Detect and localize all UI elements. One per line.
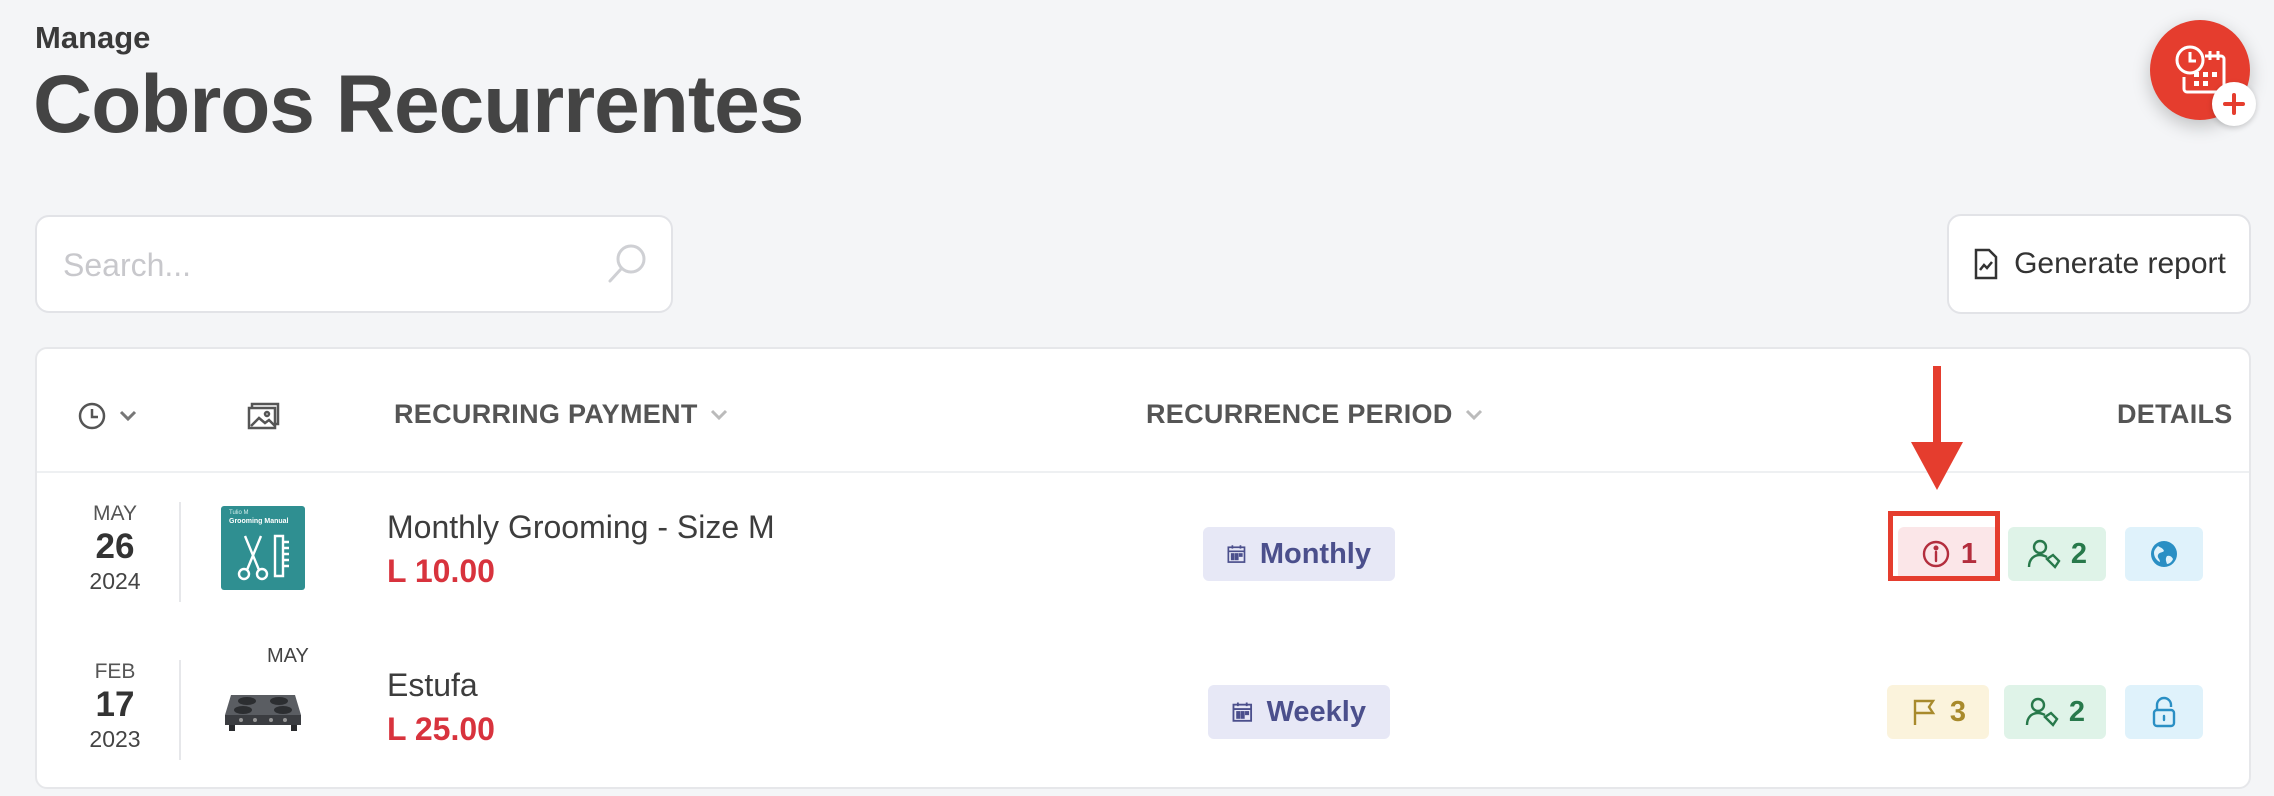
customers-count: 2 — [2070, 537, 2088, 570]
recurrence-period-badge: Monthly — [1203, 527, 1395, 581]
product-thumbnail: Tulio M Grooming Manual — [221, 506, 305, 590]
column-details: DETAILS — [2117, 399, 2233, 430]
lock-icon — [2152, 696, 2176, 728]
product-name[interactable]: Monthly Grooming - Size M — [387, 509, 775, 546]
clock-icon — [78, 402, 106, 430]
date-year: 2023 — [89, 726, 141, 752]
search-box — [35, 215, 673, 313]
column-recurrence-period[interactable]: RECURRENCE PERIOD — [1146, 399, 1483, 430]
flag-count: 3 — [1949, 695, 1967, 728]
date-day: 17 — [95, 685, 135, 724]
search-icon[interactable] — [605, 241, 651, 287]
recurrence-period-badge: Weekly — [1208, 685, 1390, 739]
product-thumbnail — [221, 681, 305, 739]
image-column-header — [247, 401, 281, 431]
thumb-subtitle: Grooming Manual — [229, 518, 289, 525]
column-details-label: DETAILS — [2117, 399, 2233, 429]
table-row[interactable]: FEB 17 2023 MAY Estufa L 25.00 Weekly 3 … — [37, 633, 2249, 791]
image-icon — [247, 402, 280, 430]
date-month: FEB — [94, 660, 136, 683]
generate-report-label: Generate report — [2014, 247, 2226, 280]
thumb-title: Tulio M — [229, 510, 249, 516]
product-price: L 10.00 — [387, 553, 495, 589]
divider — [179, 502, 181, 602]
page-title: Cobros Recurrentes — [33, 59, 804, 150]
row-date: FEB 17 2023 — [65, 660, 165, 753]
globe-icon — [2151, 541, 2177, 567]
visibility-badge[interactable] — [2125, 527, 2203, 581]
user-tag-icon — [2025, 697, 2059, 727]
stove-image — [225, 695, 301, 731]
user-tag-icon — [2027, 539, 2061, 569]
chevron-down-icon — [1465, 409, 1482, 420]
calendar-icon — [1227, 545, 1246, 563]
customers-count: 2 — [2068, 695, 2086, 728]
date-day: 26 — [95, 527, 135, 566]
column-recurrence-period-label: RECURRENCE PERIOD — [1146, 399, 1453, 429]
date-year: 2024 — [89, 568, 141, 594]
generate-report-button[interactable]: Generate report — [1947, 214, 2251, 314]
customers-badge[interactable]: 2 — [2008, 527, 2106, 581]
column-recurring-payment[interactable]: RECURRING PAYMENT — [394, 399, 728, 430]
visibility-badge[interactable] — [2125, 685, 2203, 739]
date-month: MAY — [93, 502, 137, 525]
recurrence-period-label: Monthly — [1259, 537, 1371, 570]
product-price: L 25.00 — [387, 711, 495, 747]
annotation-highlight-box — [1888, 511, 2000, 581]
product-name[interactable]: Estufa — [387, 667, 478, 704]
calendar-icon — [1232, 702, 1253, 722]
report-document-icon — [1974, 248, 1998, 280]
recurrence-period-label: Weekly — [1266, 695, 1366, 728]
search-input[interactable] — [63, 245, 583, 285]
column-recurring-payment-label: RECURRING PAYMENT — [394, 399, 698, 429]
add-recurring-payment-button[interactable] — [2150, 20, 2256, 126]
annotation-arrow — [1911, 366, 1963, 490]
plus-icon — [2212, 82, 2256, 126]
flag-icon — [1913, 699, 1936, 725]
sort-by-date-button[interactable] — [77, 401, 137, 431]
page-eyebrow: Manage — [35, 20, 151, 55]
chevron-down-icon — [710, 409, 727, 420]
flag-badge[interactable]: 3 — [1887, 685, 1989, 739]
row-date: MAY 26 2024 — [65, 502, 165, 595]
scissors-comb-icon — [237, 534, 289, 581]
divider — [179, 660, 181, 760]
chevron-down-icon — [119, 410, 137, 422]
customers-badge[interactable]: 2 — [2004, 685, 2106, 739]
thumb-label: MAY — [267, 645, 309, 667]
